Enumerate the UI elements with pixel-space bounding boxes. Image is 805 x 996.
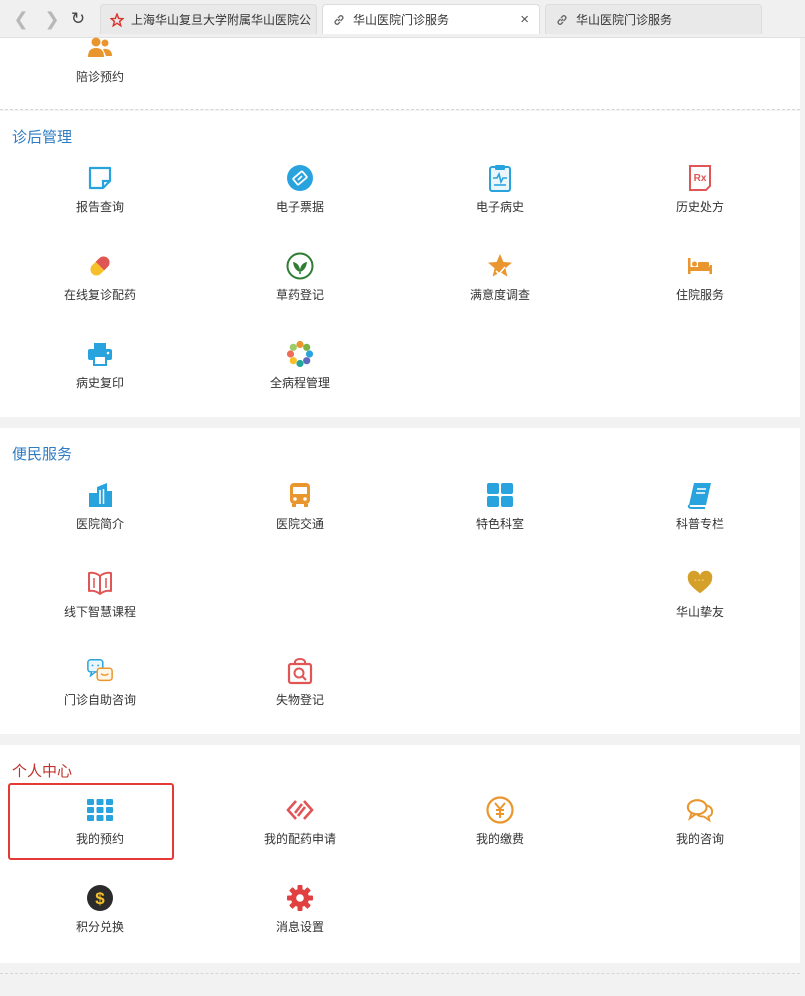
item-label: 失物登记 [275,693,324,707]
forward-icon[interactable]: ❯ [41,8,63,30]
my-appointments-item[interactable]: 我的预约 [0,796,200,858]
item-label: 报告查询 [75,200,124,214]
my-payment-item[interactable]: 我的缴费 [400,796,600,858]
report-query-item[interactable]: 报告查询 [0,164,200,226]
e-ticket-item[interactable]: 电子票据 [200,164,400,226]
tab-hospital-site[interactable]: 上海华山复旦大学附属华山医院公 [100,4,317,34]
gear-icon [286,884,314,912]
item-label: 陪诊预约 [75,70,124,84]
my-medicine-request-item[interactable]: 我的配药申请 [200,796,400,858]
item-label: 线下智慧课程 [63,605,136,619]
book-icon [686,481,714,509]
item-label: 电子病史 [475,200,524,214]
consult-chat-icon [686,796,714,824]
hospital-transport-item[interactable]: 医院交通 [200,481,400,543]
report-icon [86,164,114,192]
apps-grid-icon [86,796,114,824]
close-icon[interactable]: × [520,12,529,28]
item-label: 医院交通 [275,517,324,531]
item-label: 华山挚友 [675,605,724,619]
post-care-section: 诊后管理 报告查询 电子票据 电子病史 Rx 历史处方 在线复诊配药 草药登记 [0,111,800,417]
heart-icon [686,569,714,597]
reload-icon[interactable]: ↻ [67,8,89,30]
item-label: 我的缴费 [475,832,524,846]
message-settings-item[interactable]: 消息设置 [200,884,400,946]
item-label: 历史处方 [675,200,724,214]
history-prescription-item[interactable]: Rx 历史处方 [600,164,800,226]
item-label: 我的预约 [75,832,124,846]
outpatient-self-consult-item[interactable]: 门诊自助咨询 [0,657,200,719]
medicine-link-icon [286,796,314,824]
section-title: 诊后管理 [12,129,73,146]
featured-departments-item[interactable]: 特色科室 [400,481,600,543]
item-label: 电子票据 [275,200,324,214]
convenience-section: 便民服务 医院简介 医院交通 特色科室 科普专栏 线下智慧课程 华山挚友 门诊自… [0,428,800,734]
herb-registration-item[interactable]: 草药登记 [200,252,400,314]
item-label: 病史复印 [75,376,124,390]
lost-found-item[interactable]: 失物登记 [200,657,400,719]
item-label: 全病程管理 [269,376,330,390]
item-label: 门诊自助咨询 [63,693,136,707]
top-section: 陪诊预约 [0,37,800,110]
offline-course-item[interactable]: 线下智慧课程 [0,569,200,631]
satisfaction-star-icon [486,252,514,280]
svg-text:Rx: Rx [694,173,707,184]
my-consultation-item[interactable]: 我的咨询 [600,796,800,858]
bus-icon [286,481,314,509]
svg-text:$: $ [95,889,105,908]
satisfaction-survey-item[interactable]: 满意度调查 [400,252,600,314]
item-label: 消息设置 [275,920,324,934]
chat-bubbles-icon [86,657,114,685]
tab-title: 上海华山复旦大学附属华山医院公 [131,13,312,27]
section-title: 个人中心 [12,763,73,780]
back-icon[interactable]: ❮ [10,8,32,30]
inpatient-service-item[interactable]: 住院服务 [600,252,800,314]
hospital-intro-item[interactable]: 医院简介 [0,481,200,543]
full-course-management-item[interactable]: 全病程管理 [200,340,400,402]
item-label: 积分兑换 [75,920,124,934]
escort-appointment-item[interactable]: 陪诊预约 [0,34,200,96]
item-label: 草药登记 [275,288,324,302]
bottom-divider [0,973,800,974]
star-logo-icon [110,12,124,27]
grid-squares-icon [486,481,514,509]
item-label: 我的咨询 [675,832,724,846]
tab-title: 华山医院门诊服务 [576,13,673,27]
prescription-rx-icon: Rx [686,164,714,192]
tab-outpatient-active[interactable]: 华山医院门诊服务 × [322,4,540,34]
full-course-wheel-icon [286,340,314,368]
medical-record-icon [486,164,514,192]
hospital-building-icon [86,481,114,509]
points-exchange-item[interactable]: $ 积分兑换 [0,884,200,946]
online-refill-item[interactable]: 在线复诊配药 [0,252,200,314]
pill-capsule-icon [86,252,114,280]
link-icon [332,13,346,27]
e-ticket-icon [286,164,314,192]
printer-icon [86,340,114,368]
item-label: 医院简介 [75,517,124,531]
tab-outpatient-2[interactable]: 华山医院门诊服务 [545,4,762,34]
item-label: 满意度调查 [469,288,530,302]
huashan-friends-item[interactable]: 华山挚友 [600,569,800,631]
item-label: 特色科室 [475,517,524,531]
open-book-icon [86,569,114,597]
yuan-coin-icon [486,796,514,824]
item-label: 在线复诊配药 [63,288,136,302]
item-label: 我的配药申请 [263,832,336,846]
e-medical-record-item[interactable]: 电子病史 [400,164,600,226]
item-label: 住院服务 [675,288,724,302]
tab-title: 华山医院门诊服务 [353,13,450,27]
lost-found-bag-icon [286,657,314,685]
browser-tab-bar: ❮ ❯ ↻ 上海华山复旦大学附属华山医院公 华山医院门诊服务 × 华山医院门诊服… [0,0,805,38]
science-column-item[interactable]: 科普专栏 [600,481,800,543]
escort-user-icon [86,34,114,62]
personal-center-section: 个人中心 我的预约 我的配药申请 我的缴费 我的咨询 $ 积分兑换 消息设置 [0,745,800,963]
item-label: 科普专栏 [675,517,724,531]
link-icon [555,13,569,27]
section-title: 便民服务 [12,446,73,463]
dollar-coin-icon: $ [86,884,114,912]
herb-leaf-icon [286,252,314,280]
record-copy-item[interactable]: 病史复印 [0,340,200,402]
hospital-bed-icon [686,252,714,280]
